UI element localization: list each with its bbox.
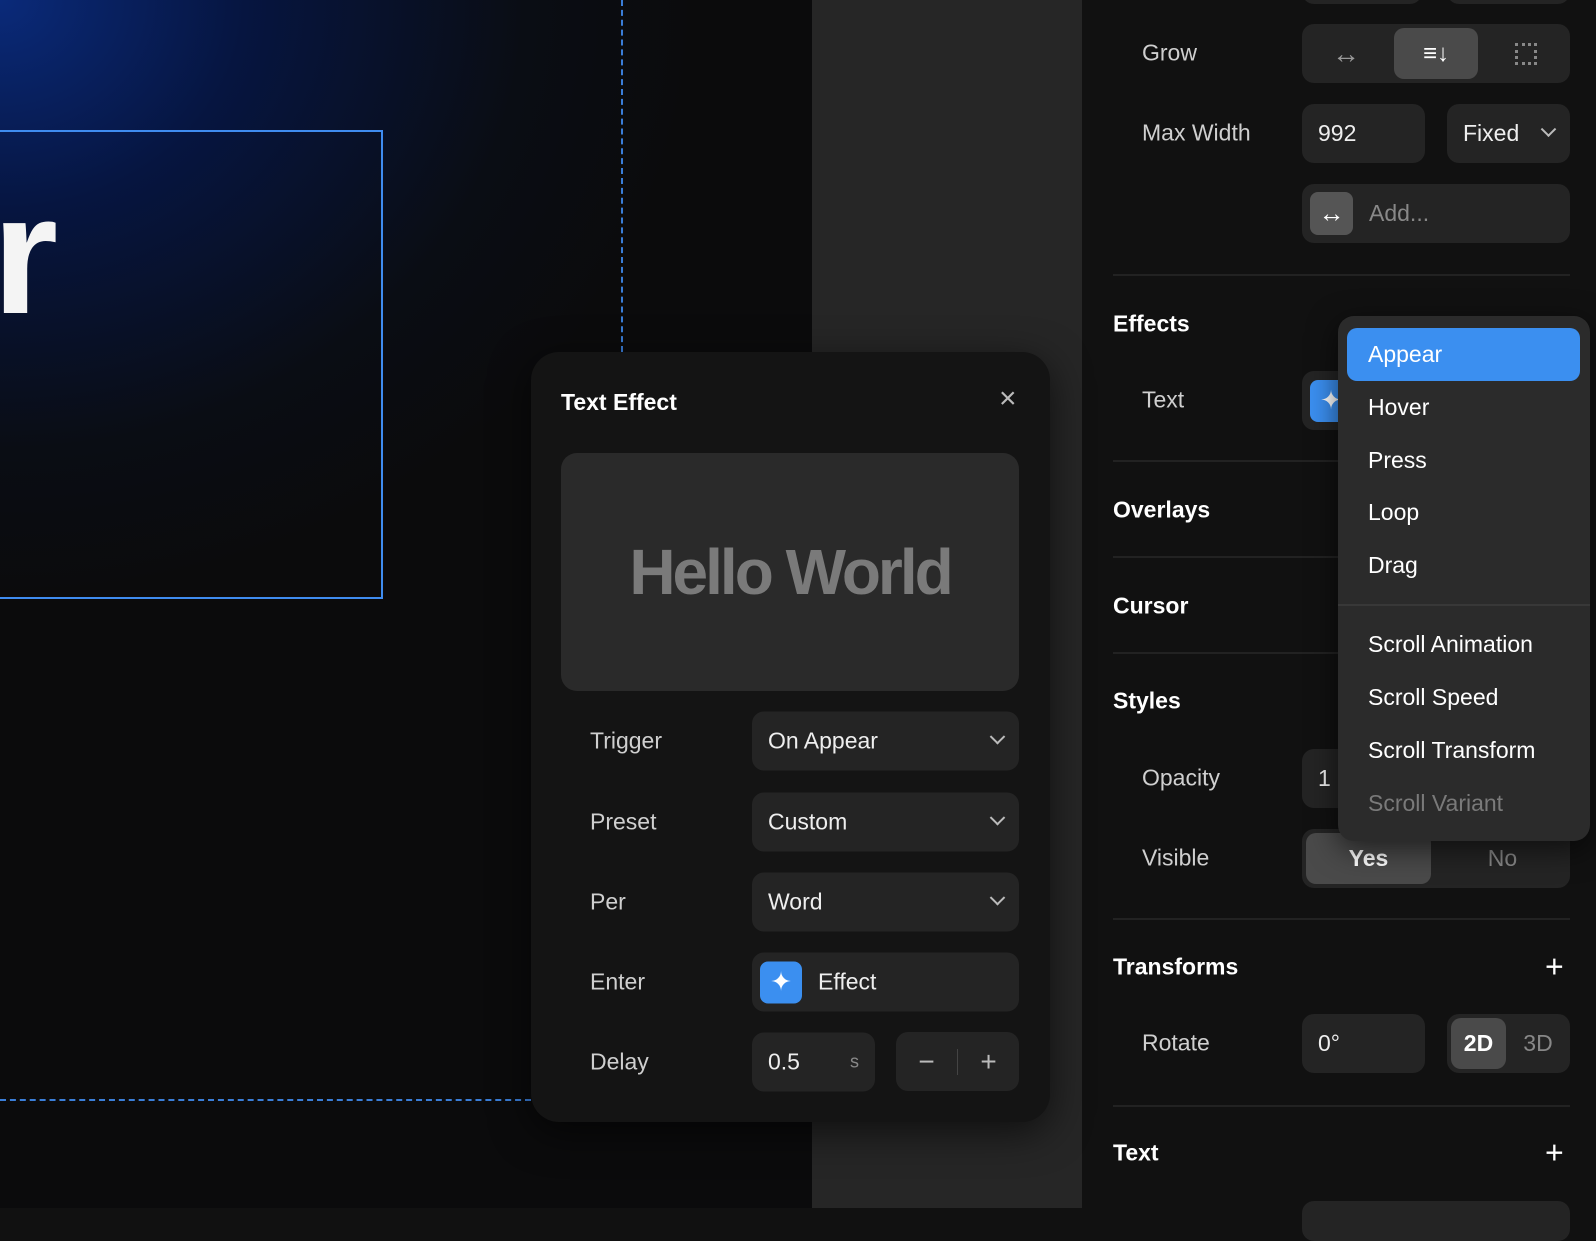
delay-input[interactable]: 0.5 s bbox=[752, 1032, 875, 1092]
chevron-down-icon bbox=[1540, 121, 1557, 138]
delay-value: 0.5 bbox=[768, 1048, 800, 1075]
cursor-heading: Cursor bbox=[1113, 592, 1189, 619]
add-constraint-input[interactable]: ↔ Add... bbox=[1302, 184, 1570, 243]
effect-type-menu: Appear Hover Press Loop Drag Scroll Anim… bbox=[1338, 316, 1590, 841]
menu-item-scroll-transform[interactable]: Scroll Transform bbox=[1347, 724, 1580, 777]
delay-label: Delay bbox=[590, 1048, 649, 1075]
partial-control bbox=[1302, 1201, 1570, 1241]
add-transform-plus-icon[interactable]: + bbox=[1545, 949, 1564, 986]
styles-heading: Styles bbox=[1113, 687, 1181, 714]
effect-preview: Hello World bbox=[561, 453, 1019, 691]
popup-title: Text Effect bbox=[561, 389, 677, 415]
2d-option[interactable]: 2D bbox=[1451, 1018, 1506, 1069]
enter-effect-button[interactable]: ✦ Effect bbox=[752, 952, 1019, 1012]
menu-item-appear[interactable]: Appear bbox=[1347, 328, 1580, 381]
chevron-down-icon bbox=[989, 889, 1006, 906]
trigger-label: Trigger bbox=[590, 727, 662, 754]
enter-label: Enter bbox=[590, 968, 645, 995]
menu-item-scroll-speed[interactable]: Scroll Speed bbox=[1347, 671, 1580, 724]
trigger-select[interactable]: On Appear bbox=[752, 711, 1019, 771]
partial-control bbox=[1302, 0, 1422, 4]
divider bbox=[1113, 918, 1570, 920]
rotate-input[interactable]: 0° bbox=[1302, 1014, 1425, 1073]
add-text-plus-icon[interactable]: + bbox=[1545, 1135, 1564, 1172]
wrap-down-icon[interactable]: ≡↓ bbox=[1394, 28, 1478, 79]
preset-select[interactable]: Custom bbox=[752, 792, 1019, 852]
grow-segmented-control: ↔ ≡↓ bbox=[1302, 24, 1570, 83]
max-width-mode-select[interactable]: Fixed bbox=[1447, 104, 1570, 163]
per-select[interactable]: Word bbox=[752, 872, 1019, 932]
menu-item-scroll-animation[interactable]: Scroll Animation bbox=[1347, 618, 1580, 671]
dimension-toggle: 2D 3D bbox=[1447, 1014, 1570, 1073]
max-width-label: Max Width bbox=[1142, 119, 1251, 146]
effects-text-label: Text bbox=[1142, 386, 1185, 413]
chevron-down-icon bbox=[989, 728, 1006, 745]
close-icon[interactable]: × bbox=[999, 382, 1017, 416]
increment-plus-icon[interactable]: + bbox=[958, 1046, 1019, 1078]
transforms-heading: Transforms bbox=[1113, 953, 1239, 980]
menu-item-scroll-variant: Scroll Variant bbox=[1368, 790, 1504, 816]
per-value: Word bbox=[768, 888, 823, 915]
delay-unit: s bbox=[850, 1051, 859, 1072]
3d-option[interactable]: 3D bbox=[1510, 1014, 1566, 1073]
resize-arrows-icon: ↔ bbox=[1310, 192, 1353, 235]
menu-item-hover[interactable]: Hover bbox=[1347, 381, 1580, 434]
max-width-input[interactable]: 992 bbox=[1302, 104, 1425, 163]
partial-control bbox=[1447, 0, 1570, 4]
text-effect-popup: Text Effect × Hello World Trigger On App… bbox=[531, 352, 1050, 1122]
guide-line-vertical bbox=[621, 0, 623, 352]
per-label: Per bbox=[590, 888, 626, 915]
fixed-size-icon[interactable] bbox=[1482, 24, 1570, 83]
preview-text: Hello World bbox=[629, 536, 953, 608]
menu-separator bbox=[1338, 604, 1590, 606]
preset-value: Custom bbox=[768, 808, 848, 835]
preset-label: Preset bbox=[590, 808, 657, 835]
chevron-down-icon bbox=[989, 809, 1006, 826]
guide-line-horizontal bbox=[0, 1099, 531, 1101]
menu-item-drag[interactable]: Drag bbox=[1347, 539, 1580, 592]
overlays-heading: Overlays bbox=[1113, 496, 1211, 523]
delay-stepper: − + bbox=[896, 1032, 1019, 1091]
text-heading: Text bbox=[1113, 1139, 1159, 1166]
decrement-minus-icon[interactable]: − bbox=[896, 1046, 957, 1078]
menu-item-loop[interactable]: Loop bbox=[1347, 486, 1580, 539]
trigger-value: On Appear bbox=[768, 727, 878, 754]
effects-heading: Effects bbox=[1113, 310, 1190, 337]
enter-value: Effect bbox=[818, 968, 877, 995]
divider bbox=[1113, 1105, 1570, 1107]
opacity-label: Opacity bbox=[1142, 764, 1220, 791]
divider bbox=[1113, 274, 1570, 276]
canvas-text[interactable]: r bbox=[0, 170, 58, 340]
visible-label: Visible bbox=[1142, 844, 1210, 871]
sparkle-icon: ✦ bbox=[760, 961, 802, 1003]
menu-item-press[interactable]: Press bbox=[1347, 434, 1580, 487]
horizontal-arrows-icon[interactable]: ↔ bbox=[1302, 24, 1390, 83]
max-width-mode-value: Fixed bbox=[1463, 120, 1520, 146]
grow-label: Grow bbox=[1142, 39, 1197, 66]
add-placeholder: Add... bbox=[1369, 200, 1430, 226]
rotate-label: Rotate bbox=[1142, 1029, 1210, 1056]
